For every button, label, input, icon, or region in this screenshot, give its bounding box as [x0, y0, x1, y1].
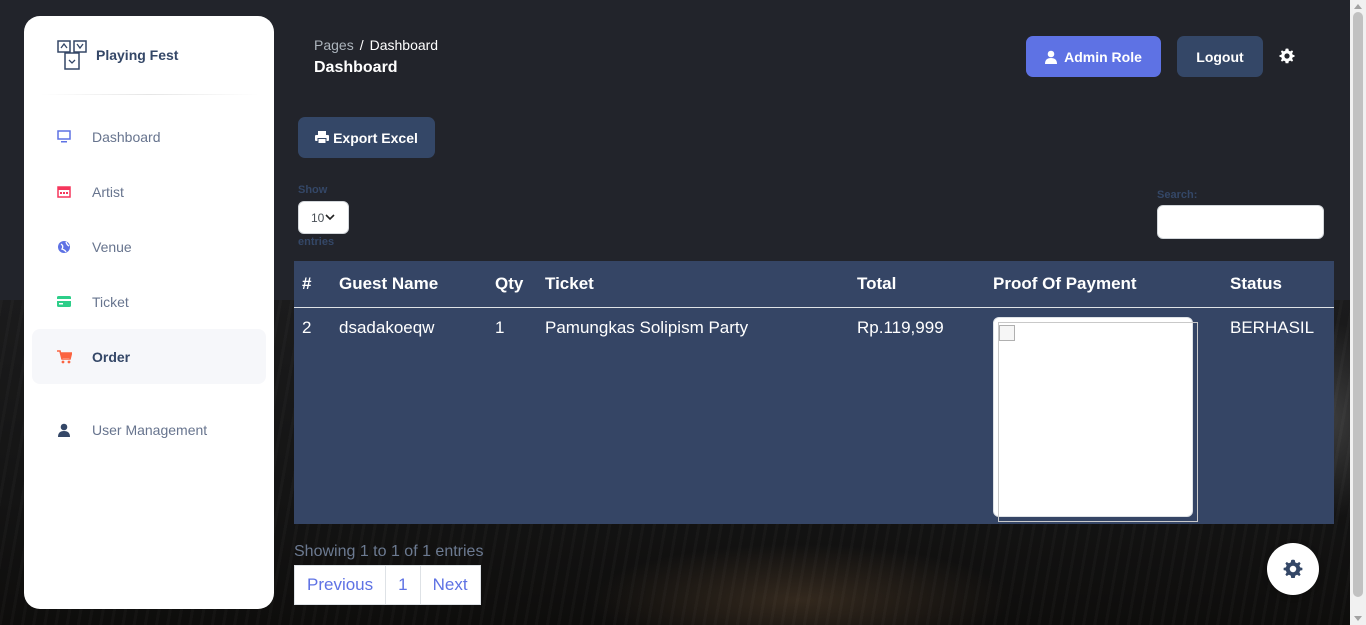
- pagination: Previous 1 Next: [294, 565, 481, 605]
- sidebar-item-ticket[interactable]: Ticket: [32, 274, 266, 329]
- monitor-icon: [56, 129, 72, 145]
- table-header-row: # Guest Name Qty Ticket Total Proof Of P…: [294, 261, 1334, 308]
- sidebar: Playing Fest Dashboard Artist Venue Tick…: [24, 16, 274, 609]
- export-excel-label: Export Excel: [333, 129, 418, 146]
- show-label: Show: [298, 184, 328, 196]
- cell-proof-of-payment: [985, 307, 1222, 524]
- breadcrumb-separator: /: [359, 37, 364, 53]
- column-header-qty[interactable]: Qty: [487, 261, 537, 308]
- image-outline: [998, 321, 1198, 522]
- pagination-next[interactable]: Next: [421, 566, 480, 604]
- admin-role-button[interactable]: Admin Role: [1026, 36, 1161, 77]
- sidebar-item-venue[interactable]: Venue: [32, 219, 266, 274]
- column-header-status[interactable]: Status: [1222, 261, 1334, 308]
- entries-label: entries: [298, 236, 335, 248]
- broken-image-icon: [999, 324, 1015, 341]
- cell-number: 2: [302, 317, 312, 337]
- sidebar-item-artist[interactable]: Artist: [32, 164, 266, 219]
- pagination-previous[interactable]: Previous: [295, 566, 387, 604]
- cell-ticket: Pamungkas Solipism Party: [545, 317, 749, 337]
- brand-name: Playing Fest: [96, 47, 179, 63]
- logout-label: Logout: [1196, 48, 1244, 65]
- export-excel-button[interactable]: Export Excel: [298, 117, 435, 158]
- gear-icon: [1283, 559, 1303, 578]
- scrollbar-thumb[interactable]: [1353, 12, 1363, 597]
- sidebar-item-user-management[interactable]: User Management: [32, 402, 266, 457]
- user-icon: [56, 422, 72, 438]
- search-input[interactable]: [1157, 205, 1324, 239]
- logout-button[interactable]: Logout: [1177, 36, 1263, 77]
- sidebar-item-order[interactable]: Order: [32, 329, 266, 384]
- proof-of-payment-image[interactable]: [993, 316, 1198, 522]
- sidebar-item-dashboard[interactable]: Dashboard: [32, 109, 266, 164]
- credit-card-icon: [56, 294, 72, 310]
- calendar-icon: [56, 184, 72, 200]
- cell-qty: 1: [495, 317, 505, 337]
- breadcrumb-current: Dashboard: [369, 37, 439, 53]
- breadcrumb: Pages / Dashboard: [314, 37, 438, 53]
- search-label: Search:: [1157, 189, 1198, 201]
- user-icon: [1045, 50, 1058, 64]
- sidebar-item-label: Artist: [92, 183, 124, 200]
- cell-guest-name: dsadakoeqw: [339, 317, 435, 337]
- sidebar-item-label: Ticket: [92, 293, 129, 310]
- scroll-up-arrow-icon[interactable]: [1354, 4, 1362, 9]
- cell-status: BERHASIL: [1230, 317, 1315, 337]
- pagination-page-1[interactable]: 1: [386, 566, 421, 604]
- breadcrumb-parent[interactable]: Pages: [314, 37, 354, 53]
- page-title: Dashboard: [314, 59, 398, 76]
- sidebar-item-label: Venue: [92, 238, 132, 255]
- globe-icon: [56, 239, 72, 255]
- cart-icon: [56, 349, 72, 365]
- scroll-down-arrow-icon[interactable]: [1354, 616, 1362, 621]
- entries-length-select[interactable]: 10: [298, 201, 349, 234]
- chevron-down-icon: [325, 214, 335, 221]
- column-header-number[interactable]: #: [294, 261, 331, 308]
- sidebar-item-label: Dashboard: [92, 128, 161, 145]
- column-header-guest-name[interactable]: Guest Name: [331, 261, 487, 308]
- column-header-ticket[interactable]: Ticket: [537, 261, 849, 308]
- sidebar-item-label: User Management: [92, 421, 208, 438]
- orders-table: # Guest Name Qty Ticket Total Proof Of P…: [294, 261, 1334, 524]
- sidebar-divider: [40, 94, 258, 95]
- logo-icon: [57, 40, 87, 70]
- column-header-total[interactable]: Total: [849, 261, 985, 308]
- table-row: 2 dsadakoeqw 1 Pamungkas Solipism Party …: [294, 307, 1334, 524]
- admin-role-label: Admin Role: [1064, 48, 1142, 65]
- sidebar-item-label: Order: [92, 348, 131, 365]
- printer-icon: [315, 131, 330, 144]
- page-scrollbar[interactable]: [1350, 0, 1366, 625]
- column-header-proof-of-payment[interactable]: Proof Of Payment: [985, 261, 1222, 308]
- table-info: Showing 1 to 1 of 1 entries: [294, 543, 484, 560]
- entries-length-value: 10: [311, 210, 325, 225]
- brand[interactable]: Playing Fest: [24, 16, 274, 94]
- cell-total: Rp.119,999: [857, 317, 944, 337]
- settings-fab[interactable]: [1267, 543, 1319, 595]
- gear-icon[interactable]: [1279, 48, 1295, 64]
- nav-gap: [24, 384, 274, 402]
